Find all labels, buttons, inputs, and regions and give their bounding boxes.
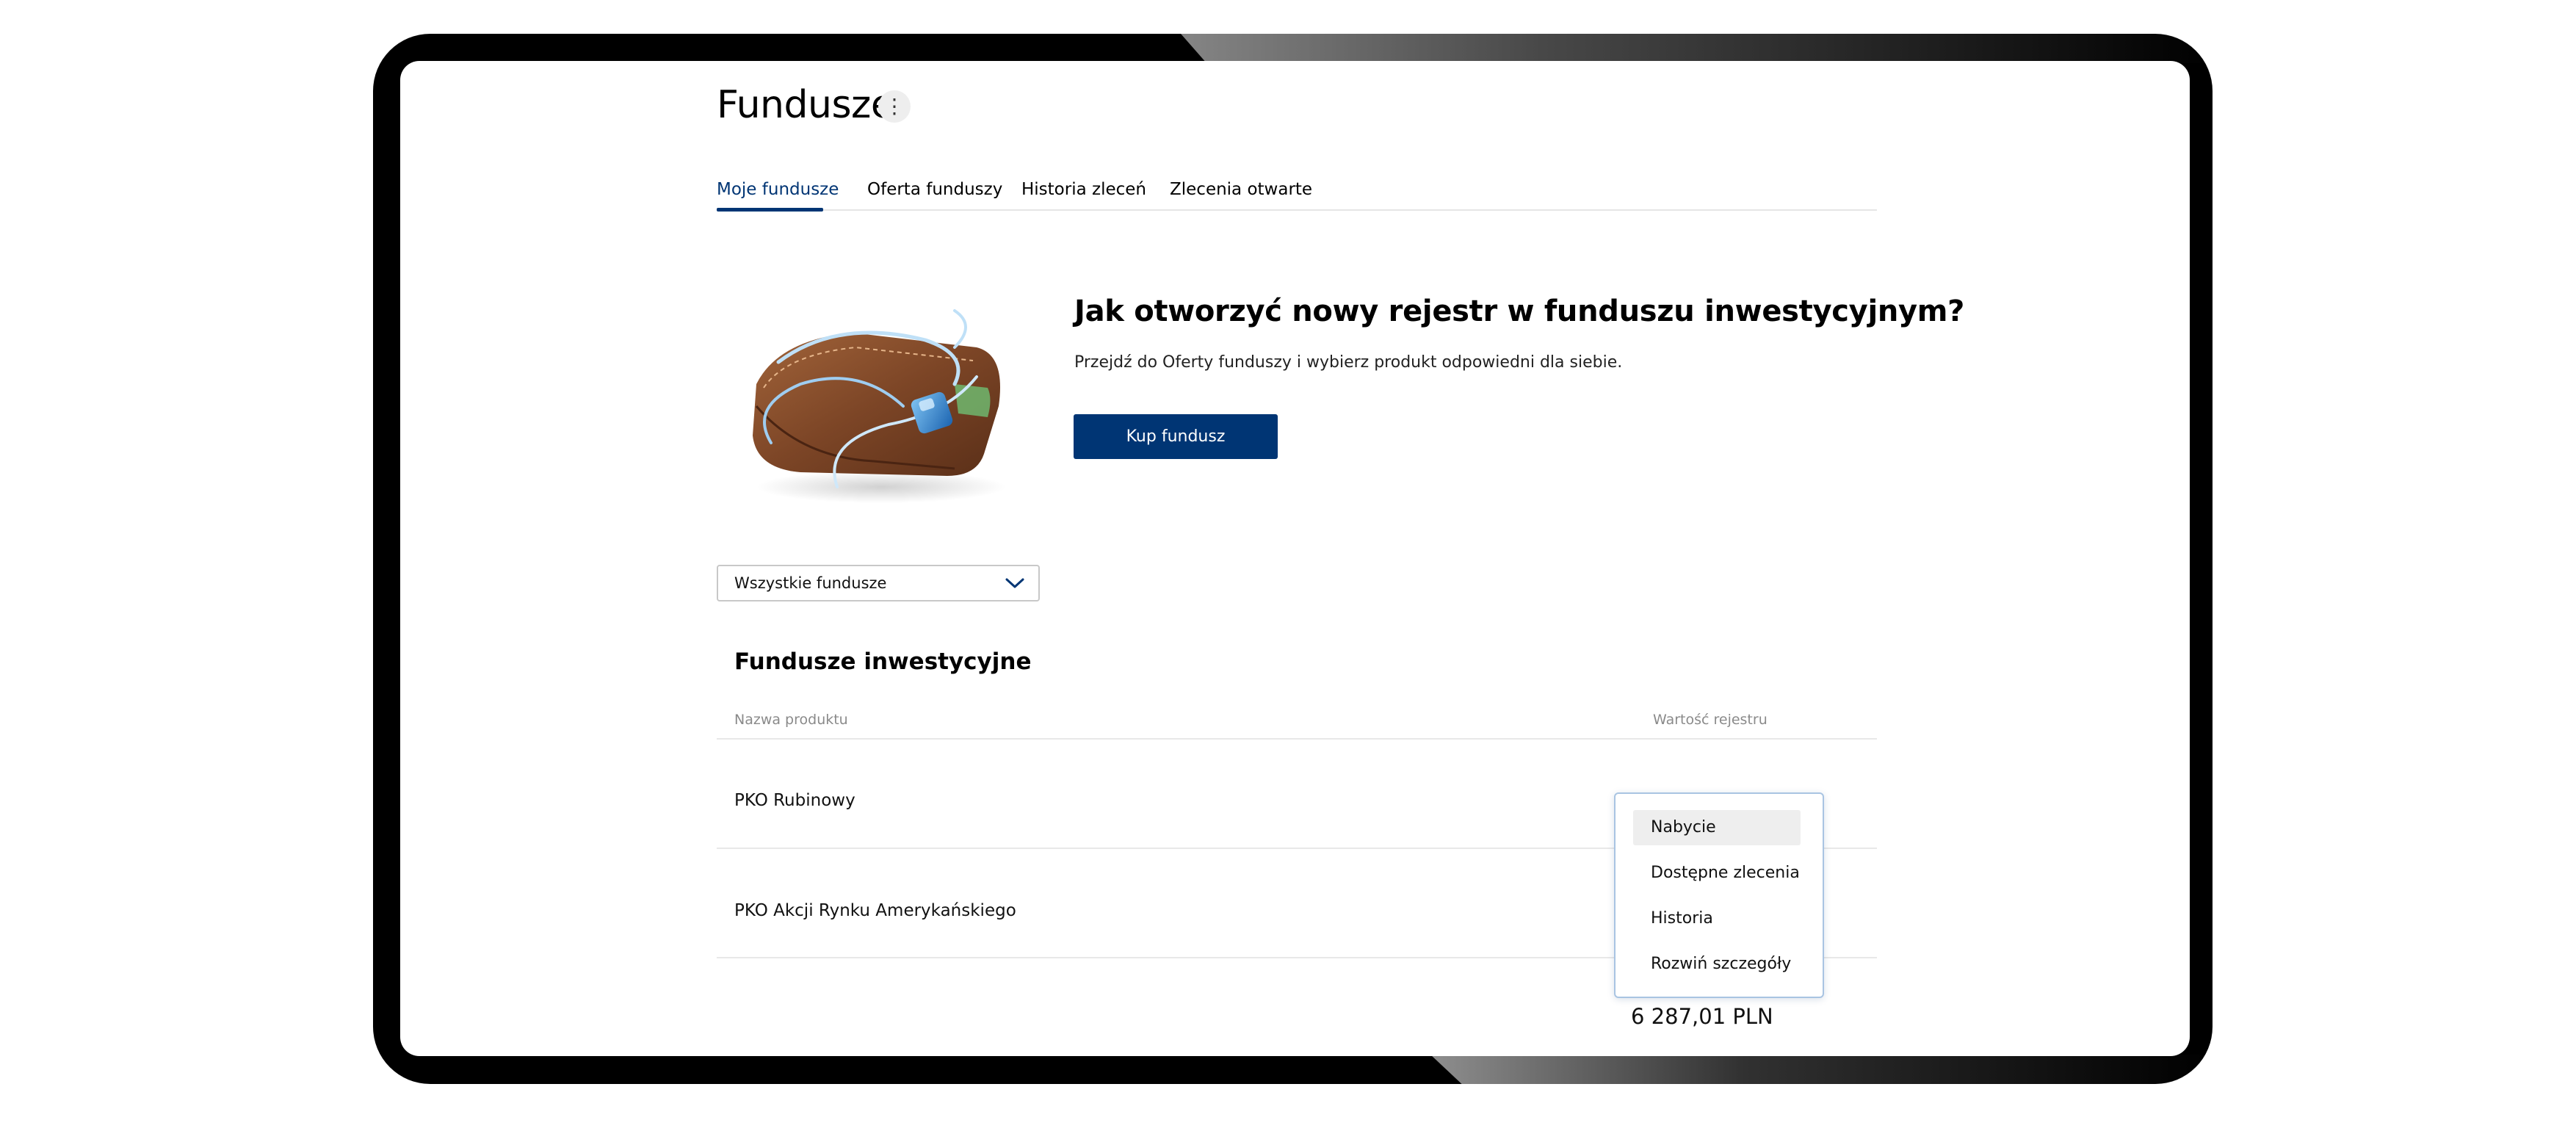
promo-description: Przejdź do Oferty funduszy i wybierz pro… — [1074, 353, 1623, 372]
buy-fund-button[interactable]: Kup fundusz — [1074, 414, 1278, 459]
register-value: 6 287,01 PLN — [1631, 1004, 1773, 1029]
more-options-icon[interactable]: ⋮ — [878, 90, 911, 123]
menu-item-historia[interactable]: Historia — [1633, 901, 1801, 936]
fund-filter-select[interactable]: Wszystkie fundusze — [717, 565, 1040, 601]
device-screen: Fundusze ⋮ Moje fundusze Oferta funduszy… — [400, 61, 2190, 1056]
wallet-illustration — [753, 309, 1006, 503]
tab-oferta-funduszy[interactable]: Oferta funduszy — [867, 165, 1002, 271]
tab-historia-zlecen[interactable]: Historia zleceń — [1021, 165, 1146, 271]
promo-heading: Jak otworzyć nowy rejestr w funduszu inw… — [1074, 295, 1965, 328]
active-tab-indicator — [717, 208, 823, 212]
section-title: Fundusze inwestycyjne — [734, 648, 1032, 675]
tab-bar: Moje fundusze Oferta funduszy Historia z… — [717, 165, 1877, 271]
chevron-down-icon — [1005, 578, 1024, 588]
fund-filter-value: Wszystkie fundusze — [734, 574, 887, 592]
page-title: Fundusze — [717, 83, 894, 127]
column-header-name: Nazwa produktu — [734, 712, 848, 728]
frame-highlight-bottom — [1430, 1055, 2213, 1084]
table-row-name[interactable]: PKO Akcji Rynku Amerykańskiego — [734, 901, 1016, 920]
table-row-name[interactable]: PKO Rubinowy — [734, 791, 855, 810]
column-header-value: Wartość rejestru — [1653, 712, 1768, 728]
frame-highlight — [1181, 34, 2213, 63]
menu-item-rozwin-szczegoly[interactable]: Rozwiń szczegóły — [1633, 947, 1801, 982]
tab-moje-fundusze[interactable]: Moje fundusze — [717, 165, 839, 271]
menu-item-dostepne-zlecenia[interactable]: Dostępne zlecenia — [1633, 856, 1801, 891]
tabs-divider — [717, 209, 1877, 211]
table-divider — [717, 738, 1877, 740]
row-actions-menu: Nabycie Dostępne zlecenia Historia Rozwi… — [1614, 792, 1824, 998]
menu-item-nabycie[interactable]: Nabycie — [1633, 810, 1801, 845]
tab-zlecenia-otwarte[interactable]: Zlecenia otwarte — [1170, 165, 1312, 271]
